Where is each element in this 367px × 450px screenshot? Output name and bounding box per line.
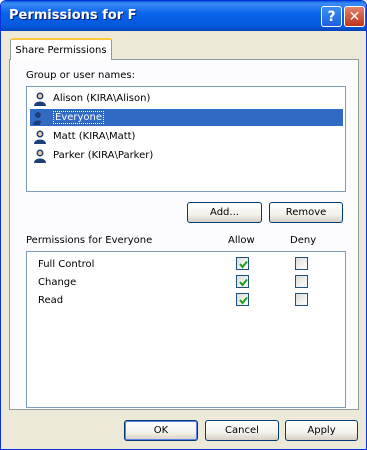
ok-button-label: OK [153,425,169,436]
user-list-item-alison[interactable]: Alison (KIRA\Alison) [30,90,343,107]
cancel-button-label: Cancel [225,425,259,436]
user-icon [34,130,46,144]
deny-column-header: Deny [290,235,317,246]
user-label: Everyone [53,111,105,124]
user-label: Matt (KIRA\Matt) [53,131,136,142]
deny-read-checkbox[interactable] [295,293,308,306]
ok-button[interactable]: OK [124,420,198,441]
permission-label: Full Control [38,258,95,270]
close-button[interactable]: ✕ [344,6,365,27]
permission-row-full-control: Full Control [38,256,94,272]
user-list-item-everyone[interactable]: Everyone [30,109,343,126]
add-button-label: Add... [210,207,239,218]
remove-button[interactable]: Remove [269,202,343,223]
tab-share-permissions[interactable]: Share Permissions [10,38,112,60]
permission-row-read: Read [38,292,63,308]
help-icon: ? [327,8,336,25]
user-list-item-matt[interactable]: Matt (KIRA\Matt) [30,128,343,145]
apply-button-label: Apply [307,425,336,436]
check-icon [239,296,248,305]
group-names-label: Group or user names: [26,70,135,81]
window-title: Permissions for F [9,8,137,23]
permission-row-change: Change [38,274,76,290]
permission-label: Change [38,276,77,288]
tab-label: Share Permissions [15,44,107,56]
deny-change-checkbox[interactable] [295,275,308,288]
allow-column-header: Allow [228,235,255,246]
check-icon [239,260,248,269]
group-icon [33,111,47,125]
permissions-list: Full Control Change Read [26,251,346,408]
cancel-button[interactable]: Cancel [205,420,279,441]
add-button[interactable]: Add... [187,202,262,223]
allow-change-checkbox[interactable] [236,275,249,288]
remove-button-label: Remove [285,207,327,218]
user-icon [34,92,46,106]
apply-button[interactable]: Apply [285,420,358,441]
help-button[interactable]: ? [321,6,342,27]
user-list-item-parker[interactable]: Parker (KIRA\Parker) [30,147,343,164]
permissions-dialog: Permissions for F ? ✕ Share Permissions … [0,0,367,450]
permissions-header-label: Permissions for Everyone [26,235,153,246]
allow-read-checkbox[interactable] [236,293,249,306]
user-label: Parker (KIRA\Parker) [53,150,154,161]
user-icon [34,149,46,163]
allow-full-control-checkbox[interactable] [236,257,249,270]
permission-label: Read [38,294,64,306]
user-label: Alison (KIRA\Alison) [53,93,151,104]
user-list[interactable]: Alison (KIRA\Alison) Everyone Matt (KIRA… [26,86,346,192]
deny-full-control-checkbox[interactable] [295,257,308,270]
close-icon: ✕ [348,8,361,25]
check-icon [239,278,248,287]
title-bar[interactable]: Permissions for F ? ✕ [1,1,366,31]
